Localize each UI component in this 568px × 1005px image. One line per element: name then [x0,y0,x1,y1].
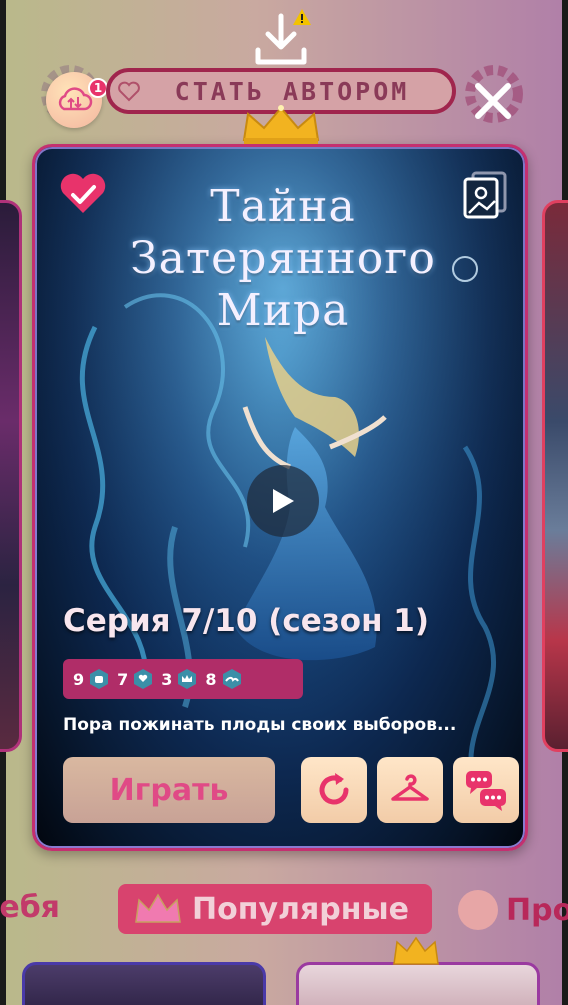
story-card[interactable]: Тайна Затерянного Мира Серия 7/10 (сезон… [32,144,528,851]
crown-icon-bottom [393,936,439,965]
episode-teaser: Пора пожинать плоды своих выборов... [63,715,457,735]
stat-kindness: 7 [117,667,155,691]
heart-hands-icon [134,669,153,689]
tab-next[interactable]: Про [458,890,568,930]
crown-icon-top [242,105,320,144]
crown-icon [178,669,197,689]
chat-icon [466,771,506,811]
crown-icon [135,893,181,923]
cover-title-line-1: Тайна [210,181,356,232]
episode-label: Серия 7/10 (сезон 1) [63,603,430,639]
cover-title: Тайна Затерянного Мира [35,181,525,337]
warning-icon [293,9,311,25]
tab-for-you[interactable]: тебя [0,890,60,925]
story-thumbnail-1[interactable] [22,962,266,1005]
stat-kindness-value: 7 [117,669,129,689]
close-icon[interactable] [470,78,516,124]
stat-intuition: 8 [205,667,243,691]
story-thumbnail-2[interactable] [296,962,540,1005]
stat-strength: 9 [73,667,111,691]
play-button[interactable]: Играть [63,757,275,823]
stat-intuition-value: 8 [205,669,217,689]
teddy-bear-icon [458,890,498,930]
fist-icon [90,669,109,689]
stat-charisma: 3 [161,667,199,691]
notification-badge: 1 [88,78,108,98]
tab-next-label: Про [506,892,568,928]
heart-outline-icon [118,81,140,102]
tab-popular-label: Популярные [192,891,409,927]
stat-strength-value: 9 [73,669,85,689]
restart-icon [319,773,349,805]
become-author-label: СТАТЬ АВТОРОМ [174,76,410,106]
hanger-icon [391,774,429,801]
stats-bar: 9 7 3 8 [63,659,303,699]
tab-popular[interactable]: Популярные [118,884,432,934]
side-story-card-right[interactable] [542,200,568,752]
chat-button[interactable] [453,757,519,823]
wave-icon [222,669,241,689]
side-story-card-left[interactable] [0,200,22,752]
cover-title-line-2: Затерянного [130,233,436,284]
restart-button[interactable] [301,757,367,823]
wardrobe-button[interactable] [377,757,443,823]
category-tabs: тебя Популярные Про [0,882,568,934]
stat-charisma-value: 3 [161,669,173,689]
cover-title-line-3: Мира [216,285,350,336]
play-icon [273,489,294,513]
play-trailer-button[interactable] [247,465,319,537]
